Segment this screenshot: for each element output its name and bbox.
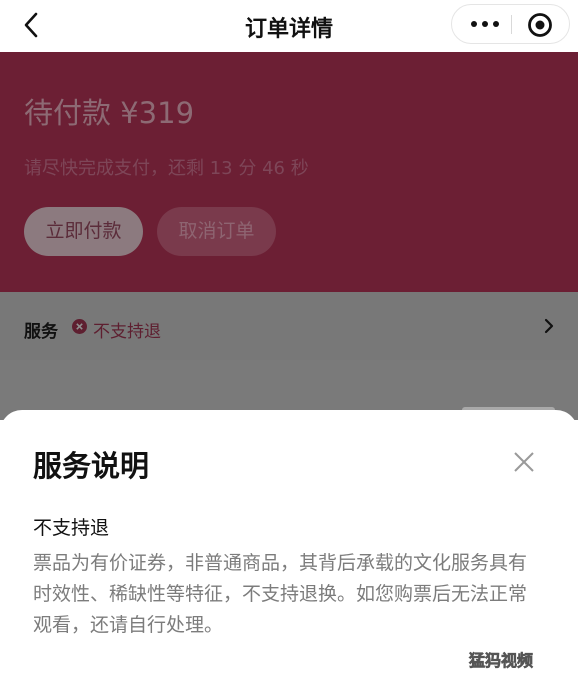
target-circle-icon — [528, 13, 552, 37]
sheet-close-button[interactable] — [509, 447, 539, 477]
capsule-divider — [511, 15, 512, 34]
policy-description: 票品为有价证券，非普通商品，其背后承载的文化服务具有时效性、稀缺性等特征，不支持… — [33, 552, 528, 636]
chevron-right-icon — [544, 318, 554, 334]
service-row[interactable]: 服务 不支持退 — [0, 292, 578, 360]
navigation-bar: 订单详情 — [0, 0, 578, 52]
x-circle-icon — [72, 319, 87, 334]
more-button[interactable] — [466, 5, 504, 43]
sheet-title: 服务说明 — [33, 449, 150, 483]
order-status-panel: 待付款 ¥319 请尽快完成支付，还剩 13 分 46 秒 立即付款 取消订单 — [0, 52, 578, 292]
payment-countdown: 请尽快完成支付，还剩 13 分 46 秒 — [24, 158, 309, 179]
service-label: 服务 — [24, 322, 58, 342]
mini-program-capsule — [451, 4, 570, 44]
pay-now-button[interactable]: 立即付款 — [24, 207, 143, 256]
order-status-title: 待付款 ¥319 — [24, 96, 195, 130]
more-dots-icon — [471, 21, 499, 27]
close-icon — [514, 452, 534, 472]
policy-heading: 不支持退 — [33, 517, 110, 539]
service-info-sheet: 服务说明 不支持退 票品为有价证券，非普通商品，其背后承载的文化服务具有时效性、… — [0, 410, 578, 679]
watermark-text: 猛犸视频 — [469, 651, 534, 671]
refund-status: 不支持退 — [93, 322, 161, 342]
close-mini-program-button[interactable] — [526, 11, 554, 39]
cancel-order-button[interactable]: 取消订单 — [157, 207, 276, 256]
